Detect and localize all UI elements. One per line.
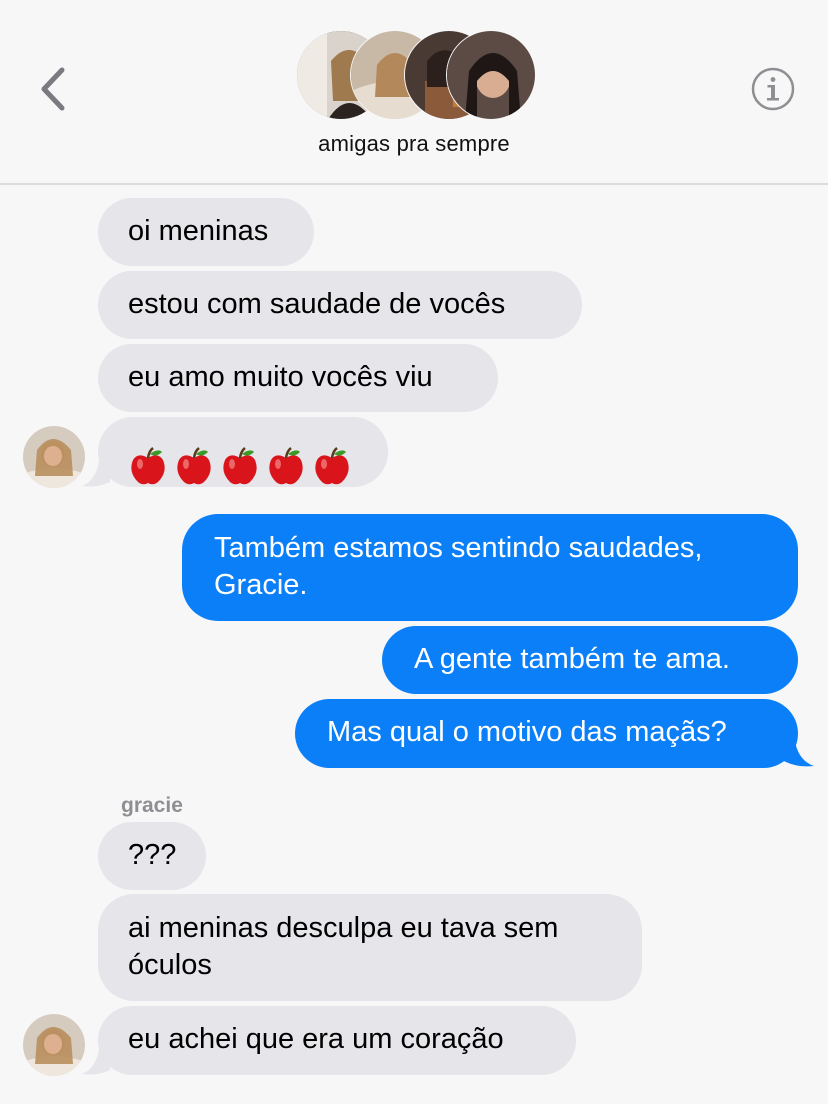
- message-text: eu achei que era um coração: [128, 1023, 504, 1055]
- incoming-message[interactable]: ???: [98, 822, 206, 890]
- sender-name: gracie: [121, 794, 183, 817]
- incoming-message[interactable]: oi meninas: [98, 198, 314, 266]
- member-avatar: [446, 30, 536, 120]
- info-button[interactable]: [751, 67, 795, 111]
- message-text: ???: [128, 839, 177, 871]
- incoming-message[interactable]: eu amo muito vocês viu: [98, 344, 498, 412]
- apple-icon: [315, 447, 349, 485]
- outgoing-message[interactable]: A gente também te ama.: [382, 626, 798, 694]
- group-name[interactable]: amigas pra sempre: [0, 131, 828, 157]
- message-text: ai meninas desculpa eu tava sem óculos: [128, 912, 559, 981]
- outgoing-message[interactable]: Também estamos sentindo saudades, Gracie…: [182, 514, 798, 621]
- emoji-row: [128, 432, 358, 486]
- message-text: Mas qual o motivo das maçãs?: [327, 716, 727, 748]
- messages-screen: amigas pra sempre oi meninas estou com s…: [0, 0, 828, 1104]
- message-text: oi meninas: [128, 215, 269, 247]
- message-text: Também estamos sentindo saudades, Gracie…: [214, 532, 703, 601]
- message-text: A gente também te ama.: [414, 643, 730, 675]
- incoming-message[interactable]: eu achei que era um coração: [98, 1006, 576, 1075]
- incoming-message[interactable]: ai meninas desculpa eu tava sem óculos: [98, 894, 642, 1001]
- incoming-message[interactable]: estou com saudade de vocês: [98, 271, 582, 339]
- message-text: eu amo muito vocês viu: [128, 361, 433, 393]
- apple-icon: [177, 447, 211, 485]
- back-button[interactable]: [34, 64, 74, 114]
- outgoing-message[interactable]: Mas qual o motivo das maçãs?: [295, 699, 798, 768]
- chevron-left-icon: [41, 67, 65, 111]
- info-icon: [751, 67, 795, 111]
- incoming-message[interactable]: [98, 417, 388, 487]
- sender-avatar[interactable]: [23, 1014, 85, 1076]
- group-avatar-stack[interactable]: [296, 30, 536, 122]
- apple-icon: [269, 447, 303, 485]
- apple-icon: [131, 447, 165, 485]
- conversation-header: amigas pra sempre: [0, 0, 828, 185]
- sender-avatar[interactable]: [23, 426, 85, 488]
- apple-icon: [223, 447, 257, 485]
- message-text: estou com saudade de vocês: [128, 288, 506, 320]
